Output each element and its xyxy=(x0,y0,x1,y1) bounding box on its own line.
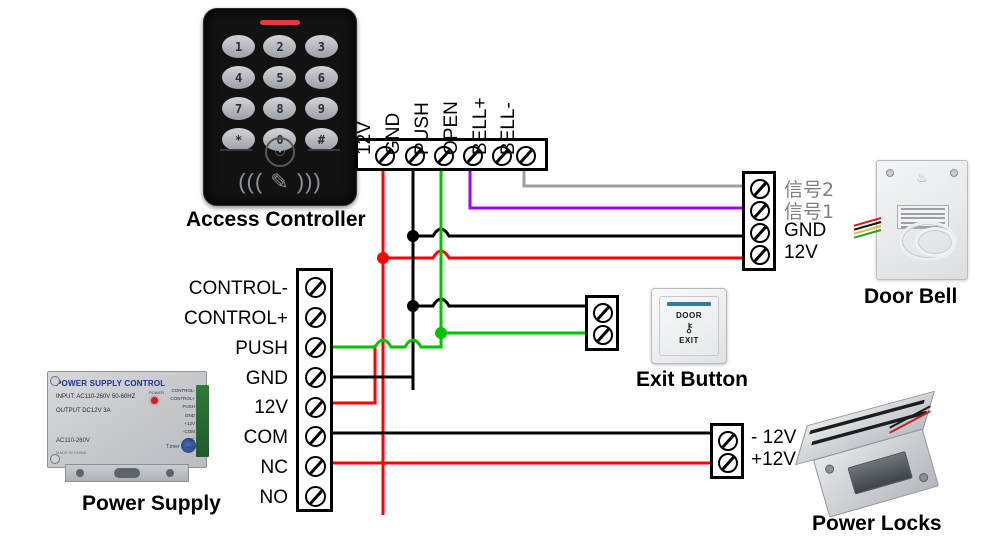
bell-cable-loop2 xyxy=(915,227,955,257)
power-supply-device: POWER SUPPLY CONTROL INPUT: AC110-260V 5… xyxy=(47,371,219,482)
keypad-key[interactable]: 4 xyxy=(222,66,256,89)
psu-mount-hole xyxy=(76,469,84,477)
exit-exit-text: EXIT xyxy=(679,336,699,345)
screw-terminal-gnd[interactable] xyxy=(305,367,326,388)
junction-dot-black-upper xyxy=(407,230,419,242)
psu-legend-item: -NC xyxy=(187,437,195,443)
junction-dot-red xyxy=(377,252,389,264)
keypad-grid: 1 2 3 4 5 6 7 8 9 * 0 # xyxy=(220,33,340,153)
exit-indicator-bar xyxy=(667,302,711,306)
screw-terminal-no[interactable] xyxy=(305,486,326,507)
bell-terminal-label-gnd: GND xyxy=(784,220,827,241)
strike-slot xyxy=(847,451,913,495)
door-bell-label: Door Bell xyxy=(864,285,958,308)
psu-legend-item: GND xyxy=(185,412,195,418)
keypad-key[interactable]: 5 xyxy=(263,66,297,89)
psu-legend-item: CONTROL- xyxy=(171,388,196,393)
screw-terminal-control-plus[interactable] xyxy=(305,307,326,328)
keypad-key[interactable]: 6 xyxy=(304,66,338,89)
access-controller-label: Access Controller xyxy=(186,208,366,231)
terminal-label-gnd: GND xyxy=(383,112,404,155)
power-lock-terminal-strip[interactable] xyxy=(710,423,744,479)
exit-door-text: DOOR xyxy=(676,311,702,320)
screw-terminal-signal1[interactable] xyxy=(750,201,770,221)
junction-dot-black-lower xyxy=(407,300,419,312)
lock-terminal-label-plus: +12V xyxy=(751,449,796,470)
keypad-key[interactable]: 7 xyxy=(222,97,256,120)
screw-terminal-com[interactable] xyxy=(305,426,326,447)
keyhole-icon: ♨ xyxy=(916,170,928,185)
psu-green-connector[interactable] xyxy=(196,385,209,457)
power-locks-label: Power Locks xyxy=(812,512,942,535)
junction-dot-green xyxy=(435,327,447,339)
power-supply-label: Power Supply xyxy=(82,492,221,515)
screw-terminal-nc[interactable] xyxy=(305,456,326,477)
keypad-key[interactable]: 3 xyxy=(304,35,338,58)
bell-terminal-label-12v: 12V xyxy=(784,242,818,263)
keypad-key[interactable]: 1 xyxy=(222,35,256,58)
key-icon: ⚷ xyxy=(684,320,694,335)
psu-power-led xyxy=(151,397,158,404)
screw-terminal-minus-12v[interactable] xyxy=(718,431,738,451)
strike-hole xyxy=(918,471,930,484)
door-bell-terminal-strip[interactable] xyxy=(742,171,776,271)
terminal-label-bell-minus: BELL- xyxy=(498,102,519,155)
access-controller-device: 1 2 3 4 5 6 7 8 9 * 0 # ☉ ((( ✎ ))) xyxy=(203,8,357,206)
keypad-key[interactable]: 9 xyxy=(304,97,338,120)
psu-terminal-label-push: PUSH xyxy=(235,338,288,359)
keypad-key[interactable]: 8 xyxy=(263,97,297,120)
status-led xyxy=(260,20,300,25)
terminal-label-bell-plus: BELL+ xyxy=(470,97,491,155)
bell-screw xyxy=(886,169,894,177)
terminal-label-open: OPEN xyxy=(441,101,462,155)
screw-terminal-exit-1[interactable] xyxy=(593,303,613,323)
bell-icon[interactable]: ☉ xyxy=(265,137,295,167)
exit-button-terminal-strip[interactable] xyxy=(585,295,619,351)
psu-screw xyxy=(50,454,60,464)
power-locks-device xyxy=(794,390,965,518)
psu-legend-item: CONTROL+ xyxy=(170,396,195,402)
exit-button-device[interactable]: DOOR ⚷ EXIT xyxy=(651,288,727,364)
psu-terminal-label-control-plus: CONTROL+ xyxy=(184,308,288,329)
psu-power-text: POWER xyxy=(149,390,165,395)
psu-mount-hole xyxy=(166,469,174,477)
exit-button-label: Exit Button xyxy=(636,368,748,391)
screw-terminal-plus-12v[interactable] xyxy=(718,453,738,473)
psu-body: POWER SUPPLY CONTROL INPUT: AC110-260V 5… xyxy=(47,371,209,468)
psu-screw xyxy=(50,376,60,386)
lock-terminal-label-minus: - 12V xyxy=(751,427,797,448)
terminal-label-push: PUSH xyxy=(412,102,433,155)
psu-legend-item: +12V xyxy=(184,420,195,426)
bell-icon-wrap: ☉ xyxy=(204,137,356,167)
screw-terminal-control-minus[interactable] xyxy=(305,277,326,298)
strike-hole xyxy=(824,463,836,475)
psu-input-text: INPUT: AC110-260V 50-60HZ xyxy=(56,394,136,400)
psu-legend-item: -COM xyxy=(183,429,195,435)
psu-mount-plate xyxy=(65,464,189,482)
psu-terminal-label-control-minus: CONTROL- xyxy=(188,278,288,299)
screw-terminal-12v[interactable] xyxy=(305,397,326,418)
bell-wire-bundle xyxy=(853,217,882,241)
door-bell-device: ♨ xyxy=(853,160,968,280)
keypad-key[interactable]: 2 xyxy=(263,35,297,58)
psu-legend-item: PUSH xyxy=(182,404,195,410)
screw-terminal-signal2[interactable] xyxy=(750,179,770,199)
screw-terminal-push[interactable] xyxy=(305,337,326,358)
power-supply-terminal-strip[interactable] xyxy=(296,268,333,512)
screw-terminal-gnd[interactable] xyxy=(750,223,770,243)
terminal-label-12v: 12V xyxy=(354,121,375,155)
psu-mount-slot xyxy=(114,468,140,478)
psu-brand-text: POWER SUPPLY CONTROL xyxy=(56,379,166,388)
psu-legend-item: +NO xyxy=(185,445,195,451)
exit-button-face[interactable]: DOOR ⚷ EXIT xyxy=(659,296,719,356)
psu-voltage-text: AC110-260V xyxy=(56,438,90,444)
psu-output-text: OUTPUT DC12V 3A xyxy=(56,408,111,414)
rfid-wave-icon: ((( ✎ ))) xyxy=(238,169,322,194)
screw-terminal-12v[interactable] xyxy=(750,245,770,265)
psu-terminal-legend: CONTROL- CONTROL+ PUSH GND +12V -COM -NC… xyxy=(167,387,195,453)
bell-screw xyxy=(950,169,958,177)
screw-terminal-exit-2[interactable] xyxy=(593,325,613,345)
psu-made-text: MADE IN CHINA xyxy=(56,450,87,455)
